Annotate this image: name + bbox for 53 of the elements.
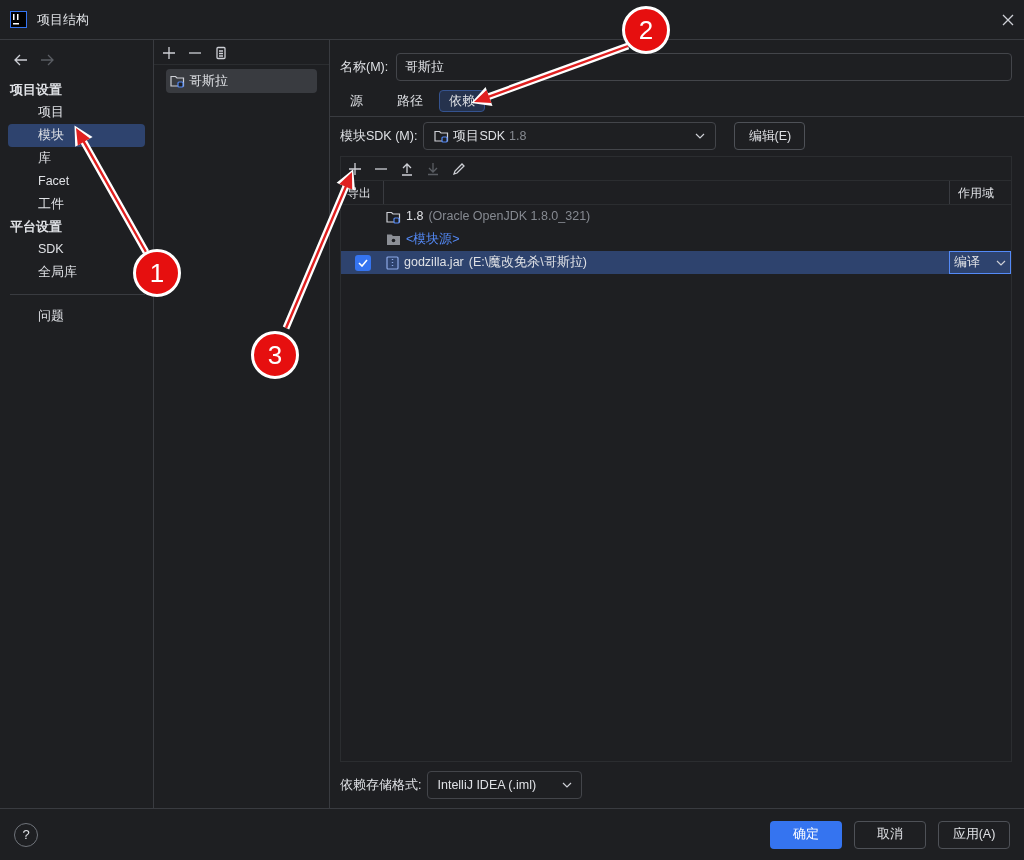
- sidebar-item[interactable]: 项目: [8, 101, 68, 124]
- edit-button[interactable]: 编辑(E): [734, 122, 806, 150]
- dependency-detail: (Oracle OpenJDK 1.8.0_321): [428, 208, 591, 226]
- sdk-dropdown[interactable]: 项目SDK 1.8: [423, 122, 717, 150]
- sidebar-section-title: 项目设置: [9, 81, 63, 99]
- dependency-detail: (E:\魔改免杀\哥斯拉): [468, 254, 587, 272]
- name-input-field[interactable]: 哥斯拉: [396, 53, 1012, 81]
- field-label: 模块SDK (M):: [340, 127, 418, 145]
- sdk-version: 1.8: [509, 127, 527, 145]
- sidebar-item[interactable]: 工件: [8, 193, 68, 216]
- dependency-name: 1.8: [406, 208, 424, 226]
- sdk-folder-icon: [434, 129, 450, 143]
- sidebar-item[interactable]: Facet: [8, 170, 74, 193]
- sidebar-item[interactable]: 库: [8, 147, 55, 170]
- sidebar-item[interactable]: SDK: [8, 238, 68, 261]
- dialog-button[interactable]: 取消: [854, 820, 926, 849]
- sdk-folder-icon: [386, 209, 401, 224]
- annotation-badge: 3: [251, 331, 299, 379]
- sidebar-item[interactable]: 全局库: [8, 261, 81, 284]
- column-header: 作用域: [949, 181, 1011, 204]
- app-logo-icon: [10, 11, 27, 28]
- folder-icon: [170, 74, 185, 88]
- sidebar-item[interactable]: 问题: [8, 305, 68, 328]
- dialog-button[interactable]: 应用(A): [938, 820, 1010, 849]
- close-icon[interactable]: [1002, 13, 1014, 26]
- dependency-row[interactable]: 1.8 (Oracle OpenJDK 1.8.0_321): [341, 205, 1011, 228]
- archive-icon: [386, 255, 399, 270]
- window-title: 项目结构: [37, 10, 89, 29]
- sidebar-section-title: 平台设置: [9, 218, 63, 236]
- scope-dropdown[interactable]: 编译: [949, 251, 1011, 274]
- dependency-name: godzilla.jar: [404, 254, 464, 272]
- module-item[interactable]: 哥斯拉: [166, 69, 317, 93]
- dependency-name: <模块源>: [406, 231, 460, 249]
- chevron-down-icon: [695, 133, 706, 139]
- checkmark-icon: [357, 258, 368, 267]
- dropdown-value: IntelliJ IDEA (.iml): [437, 776, 537, 794]
- dropdown-value: 编译: [954, 254, 980, 272]
- field-label: 名称(M):: [340, 58, 389, 76]
- sidebar-item[interactable]: 模块: [8, 124, 145, 147]
- chevron-down-icon: [996, 259, 1006, 266]
- field-label: 依赖存储格式:: [340, 776, 422, 794]
- dependency-row[interactable]: godzilla.jar (E:\魔改免杀\哥斯拉) 编译: [341, 251, 1011, 274]
- folder-icon: [386, 233, 401, 246]
- export-checkbox[interactable]: [354, 254, 371, 271]
- chevron-down-icon: [562, 782, 573, 788]
- annotation-badge: 1: [133, 249, 181, 297]
- tab[interactable]: 源: [340, 90, 373, 112]
- tab[interactable]: 路径: [387, 90, 433, 112]
- dependency-row[interactable]: <模块源>: [341, 228, 1011, 251]
- annotation-badge: 2: [622, 6, 670, 54]
- dropdown-value: 项目SDK: [453, 127, 506, 145]
- dialog-button[interactable]: 确定: [770, 820, 842, 849]
- format-dropdown[interactable]: IntelliJ IDEA (.iml): [427, 771, 583, 799]
